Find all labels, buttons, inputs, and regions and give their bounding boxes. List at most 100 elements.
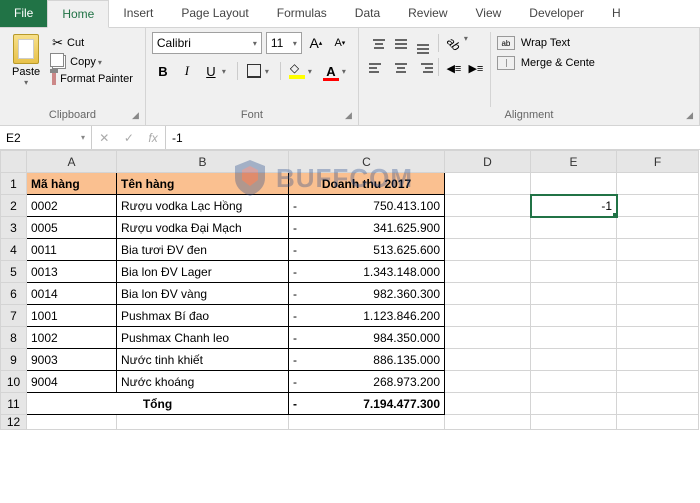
cell[interactable]: [531, 217, 617, 239]
cell[interactable]: -886.135.000: [289, 349, 445, 371]
cell[interactable]: Pushmax Bí đao: [117, 305, 289, 327]
row-header[interactable]: 9: [1, 349, 27, 371]
bold-button[interactable]: B: [152, 60, 174, 82]
cell[interactable]: 0002: [27, 195, 117, 217]
cell[interactable]: 0011: [27, 239, 117, 261]
cell[interactable]: -750.413.100: [289, 195, 445, 217]
cell[interactable]: [445, 173, 531, 195]
paste-dropdown-icon[interactable]: ▾: [24, 78, 28, 87]
row-header[interactable]: 8: [1, 327, 27, 349]
cell[interactable]: 1001: [27, 305, 117, 327]
format-painter-button[interactable]: Format Painter: [50, 72, 135, 86]
cell[interactable]: [617, 305, 699, 327]
cell[interactable]: -1.343.148.000: [289, 261, 445, 283]
cell[interactable]: Rượu vodka Lạc Hồng: [117, 195, 289, 217]
fx-icon[interactable]: fx: [148, 131, 157, 145]
cell[interactable]: [445, 261, 531, 283]
underline-dropdown-icon[interactable]: ▾: [222, 67, 232, 76]
cell[interactable]: [445, 239, 531, 261]
cell[interactable]: [445, 327, 531, 349]
cell[interactable]: [617, 283, 699, 305]
cell[interactable]: [531, 283, 617, 305]
cell[interactable]: [531, 349, 617, 371]
decrease-indent-button[interactable]: ◀≡: [444, 58, 464, 78]
row-header[interactable]: 6: [1, 283, 27, 305]
cell[interactable]: Bia lon ĐV Lager: [117, 261, 289, 283]
cell[interactable]: [531, 305, 617, 327]
merge-center-button[interactable]: Merge & Cente: [497, 56, 595, 70]
orientation-dropdown-icon[interactable]: ▾: [464, 34, 474, 54]
align-center-button[interactable]: [391, 58, 411, 78]
increase-indent-button[interactable]: ▶≡: [466, 58, 486, 78]
copy-button[interactable]: Copy ▾: [50, 54, 135, 70]
row-header[interactable]: 7: [1, 305, 27, 327]
tab-review[interactable]: Review: [394, 0, 461, 27]
row-header[interactable]: 12: [1, 415, 27, 430]
row-header[interactable]: 2: [1, 195, 27, 217]
cell[interactable]: -982.360.300: [289, 283, 445, 305]
orientation-button[interactable]: ab: [444, 34, 464, 54]
cell[interactable]: -7.194.477.300: [289, 393, 445, 415]
align-bottom-button[interactable]: [413, 34, 433, 54]
cell[interactable]: 0005: [27, 217, 117, 239]
cell[interactable]: 9004: [27, 371, 117, 393]
name-box[interactable]: E2 ▾: [0, 126, 92, 149]
col-header-E[interactable]: E: [531, 151, 617, 173]
font-name-select[interactable]: Calibri ▾: [152, 32, 262, 54]
col-header-A[interactable]: A: [27, 151, 117, 173]
cell[interactable]: -984.350.000: [289, 327, 445, 349]
font-size-select[interactable]: 11 ▾: [266, 32, 302, 54]
row-header[interactable]: 5: [1, 261, 27, 283]
grid[interactable]: A B C D E F 1 Mã hàng Tên hàng Doanh thu…: [0, 150, 699, 430]
tab-data[interactable]: Data: [341, 0, 394, 27]
cell[interactable]: 9003: [27, 349, 117, 371]
cell[interactable]: [617, 371, 699, 393]
cell[interactable]: Doanh thu 2017: [289, 173, 445, 195]
cell[interactable]: Nước tinh khiết: [117, 349, 289, 371]
cell[interactable]: [531, 261, 617, 283]
col-header-F[interactable]: F: [617, 151, 699, 173]
alignment-launcher-icon[interactable]: ◢: [686, 110, 693, 121]
fill-color-button[interactable]: [286, 60, 308, 82]
row-header[interactable]: 10: [1, 371, 27, 393]
cell[interactable]: Tổng: [27, 393, 289, 415]
wrap-text-button[interactable]: ab Wrap Text: [497, 36, 595, 50]
row-header[interactable]: 1: [1, 173, 27, 195]
cut-button[interactable]: ✂ Cut: [50, 34, 135, 52]
tab-view[interactable]: View: [462, 0, 516, 27]
cell[interactable]: [445, 195, 531, 217]
align-right-button[interactable]: [413, 58, 433, 78]
cell[interactable]: [445, 283, 531, 305]
tab-file[interactable]: File: [0, 0, 47, 27]
borders-button[interactable]: [243, 60, 265, 82]
cell[interactable]: [617, 195, 699, 217]
cell[interactable]: [531, 239, 617, 261]
align-top-button[interactable]: [369, 34, 389, 54]
name-box-dropdown-icon[interactable]: ▾: [81, 133, 85, 142]
row-header[interactable]: 4: [1, 239, 27, 261]
cell[interactable]: 0013: [27, 261, 117, 283]
cell[interactable]: Pushmax Chanh leo: [117, 327, 289, 349]
cell[interactable]: [531, 371, 617, 393]
cell[interactable]: -1.123.846.200: [289, 305, 445, 327]
cell[interactable]: [617, 393, 699, 415]
paste-button[interactable]: Paste ▾: [6, 32, 46, 107]
cell[interactable]: [617, 327, 699, 349]
cell[interactable]: [617, 349, 699, 371]
underline-button[interactable]: U: [200, 60, 222, 82]
cell[interactable]: -513.625.600: [289, 239, 445, 261]
cell[interactable]: -341.625.900: [289, 217, 445, 239]
tab-developer[interactable]: Developer: [515, 0, 598, 27]
cell[interactable]: Bia lon ĐV vàng: [117, 283, 289, 305]
tab-insert[interactable]: Insert: [109, 0, 167, 27]
cell[interactable]: 1002: [27, 327, 117, 349]
cell[interactable]: [445, 305, 531, 327]
cell[interactable]: 0014: [27, 283, 117, 305]
cell[interactable]: [617, 217, 699, 239]
cell[interactable]: [531, 393, 617, 415]
decrease-font-size-button[interactable]: A▾: [330, 32, 350, 54]
cell[interactable]: Mã hàng: [27, 173, 117, 195]
select-all-corner[interactable]: [1, 151, 27, 173]
font-launcher-icon[interactable]: ◢: [345, 110, 352, 121]
align-middle-button[interactable]: [391, 34, 411, 54]
